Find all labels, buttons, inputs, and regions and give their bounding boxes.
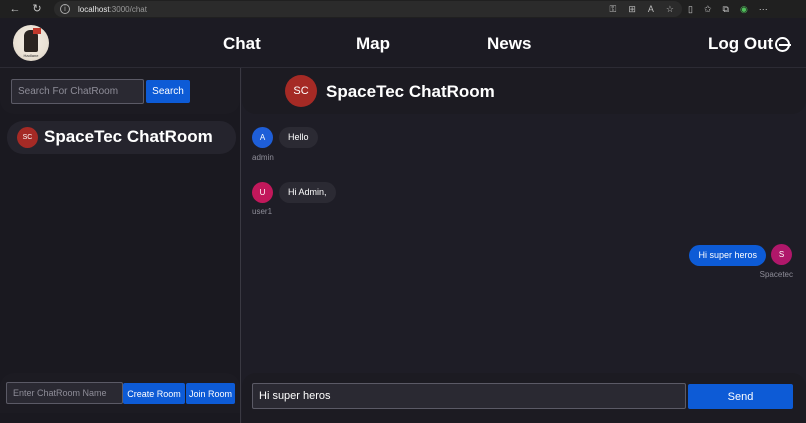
apps-icon[interactable]: ⊞ [628, 3, 636, 15]
message-input[interactable] [252, 383, 686, 409]
more-menu-icon[interactable]: ⋯ [759, 2, 768, 16]
room-avatar: SC [17, 127, 38, 148]
address-bar[interactable]: i localhost:3000/chat ⚿ ⊞ A ☆ [54, 1, 682, 17]
message-sender: user1 [252, 207, 273, 216]
chat-room-avatar: SC [285, 75, 317, 107]
room-name: SpaceTec ChatRoom [44, 127, 213, 146]
send-button[interactable]: Send [688, 384, 793, 409]
message-avatar: S [771, 244, 792, 265]
create-room-button[interactable]: Create Room [123, 383, 185, 404]
nav-chat[interactable]: Chat [223, 34, 261, 54]
reload-icon[interactable]: ↻ [30, 2, 44, 16]
room-search-bar: Search [0, 68, 240, 114]
logout-link[interactable]: Log Out [708, 34, 773, 54]
chat-header: SC SpaceTec ChatRoom [242, 68, 806, 114]
extension-icon[interactable]: ◉ [740, 2, 748, 16]
message-bubble: Hello [279, 127, 318, 148]
read-aloud-icon[interactable]: A [648, 3, 654, 15]
url-path: :3000/chat [109, 4, 147, 14]
message-avatar: A [252, 127, 273, 148]
chat-panel: SC SpaceTec ChatRoom A Hello admin U Hi … [242, 68, 806, 423]
message-sender: Spacetec [759, 270, 793, 279]
message-bubble: Hi super heros [689, 245, 766, 266]
app-header: Hadlane Chat Map News Log Out [0, 18, 806, 68]
sidebar: Search SC SpaceTec ChatRoom Create Room … [0, 68, 241, 423]
chat-room-title: SpaceTec ChatRoom [326, 82, 495, 101]
message-compose-bar: Send [242, 373, 806, 423]
collections-icon[interactable]: ⧉ [723, 2, 729, 16]
nav-map[interactable]: Map [356, 34, 390, 54]
message-sender: admin [252, 153, 274, 162]
room-name-input[interactable] [6, 382, 123, 404]
nav-news[interactable]: News [487, 34, 531, 54]
favorite-star-icon[interactable]: ☆ [666, 3, 674, 15]
favorites-icon[interactable]: ✩ [704, 2, 712, 16]
app-logo[interactable]: Hadlane [13, 25, 49, 61]
info-icon[interactable]: i [60, 4, 70, 14]
logo-text: Hadlane [23, 53, 39, 58]
split-screen-icon[interactable]: ▯ [688, 2, 693, 16]
search-input[interactable] [11, 79, 144, 104]
logo-flag [33, 28, 41, 34]
logout-icon[interactable] [775, 37, 791, 52]
create-room-bar: Create Room Join Room [0, 373, 240, 413]
sidebar-room-item[interactable]: SC SpaceTec ChatRoom [7, 121, 236, 154]
message-avatar: U [252, 182, 273, 203]
browser-toolbar: ← ↻ i localhost:3000/chat ⚿ ⊞ A ☆ ▯ ✩ ⧉ … [0, 0, 806, 18]
search-button[interactable]: Search [146, 80, 190, 103]
back-arrow-icon[interactable]: ← [8, 2, 22, 16]
key-icon[interactable]: ⚿ [610, 3, 617, 15]
join-room-button[interactable]: Join Room [186, 383, 235, 404]
url-host: localhost [78, 4, 110, 14]
message-bubble: Hi Admin, [279, 182, 336, 203]
